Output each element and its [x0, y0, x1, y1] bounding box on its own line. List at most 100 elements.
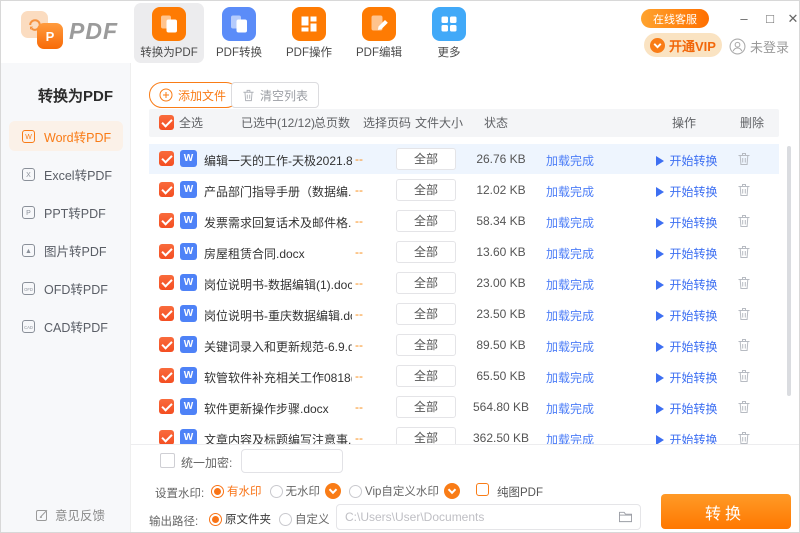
table-header: 全选 已选中(12/12) 总页数 选择页码 文件大小 状态 操作 删除 [149, 109, 779, 137]
page-range-button[interactable]: 全部 [396, 241, 456, 263]
start-convert-button[interactable]: 开始转换 [644, 307, 730, 324]
row-checkbox[interactable] [159, 337, 174, 352]
row-checkbox[interactable] [159, 182, 174, 197]
start-convert-button[interactable]: 开始转换 [644, 400, 730, 417]
table-row: W 软管软件补充相关工作0818(... -- 全部 65.50 KB 加载完成… [149, 361, 779, 391]
app-logo: P PDF [19, 9, 129, 57]
sidebar-item[interactable]: W Word转PDF [9, 121, 123, 151]
file-size-value: 23.00 KB [461, 276, 541, 290]
start-convert-label: 开始转换 [669, 152, 717, 169]
page-range-button[interactable]: 全部 [396, 148, 456, 170]
add-files-button[interactable]: 添加文件 [149, 82, 239, 108]
maximize-button[interactable]: □ [761, 10, 779, 28]
login-button[interactable]: 未登录 [729, 37, 789, 56]
sidebar-item[interactable]: X Excel转PDF [9, 159, 123, 189]
vertical-scrollbar[interactable] [787, 146, 791, 396]
login-label: 未登录 [750, 37, 789, 56]
select-all-checkbox[interactable] [159, 115, 174, 130]
row-checkbox[interactable] [159, 306, 174, 321]
page-range-button[interactable]: 全部 [396, 427, 456, 444]
tab-label: PDF转换 [216, 44, 262, 60]
start-convert-button[interactable]: 开始转换 [644, 214, 730, 231]
page-range-button[interactable]: 全部 [396, 396, 456, 418]
output-radio-option[interactable]: 原文件夹 [209, 511, 271, 527]
delete-row-button[interactable] [737, 183, 751, 197]
start-convert-button[interactable]: 开始转换 [644, 431, 730, 444]
top-tab[interactable]: PDF转换 [204, 3, 274, 63]
start-convert-button[interactable]: 开始转换 [644, 245, 730, 262]
row-checkbox[interactable] [159, 430, 174, 444]
file-type-icon: P [21, 205, 36, 220]
word-file-icon: W [180, 243, 197, 260]
word-file-icon: W [180, 305, 197, 322]
topbar: P PDF 转换为PDF [1, 1, 800, 64]
top-tab[interactable]: 转换为PDF [134, 3, 204, 63]
tab-icon [292, 7, 326, 41]
top-tab[interactable]: PDF编辑 [344, 3, 414, 63]
watermark-radio-option[interactable]: 无水印 [270, 483, 342, 499]
page-range-button[interactable]: 全部 [396, 210, 456, 232]
file-name: 产品部门指导手册（数据编... [204, 183, 352, 200]
delete-row-button[interactable] [737, 338, 751, 352]
folder-icon[interactable] [618, 510, 633, 523]
top-tab[interactable]: PDF操作 [274, 3, 344, 63]
unified-encrypt-checkbox[interactable] [160, 453, 175, 468]
convert-button[interactable]: 转换 [661, 494, 791, 529]
unified-encrypt-label: 统一加密: [181, 454, 232, 471]
page-range-button[interactable]: 全部 [396, 179, 456, 201]
delete-row-button[interactable] [737, 307, 751, 321]
file-size-value: 26.76 KB [461, 152, 541, 166]
clear-list-button[interactable]: 清空列表 [231, 82, 319, 108]
row-checkbox[interactable] [159, 275, 174, 290]
feedback-button[interactable]: 意见反馈 [35, 505, 105, 524]
row-checkbox[interactable] [159, 213, 174, 228]
open-vip-button[interactable]: 开通VIP [644, 33, 722, 57]
page-range-button[interactable]: 全部 [396, 272, 456, 294]
total-pages-value: -- [344, 369, 374, 383]
delete-row-button[interactable] [737, 276, 751, 290]
tab-label: PDF操作 [286, 44, 332, 60]
pure-image-pdf-checkbox[interactable] [476, 483, 489, 496]
play-icon [656, 187, 664, 197]
delete-row-button[interactable] [737, 369, 751, 383]
table-row: W 发票需求回复话术及邮件格... -- 全部 58.34 KB 加载完成 开始… [149, 206, 779, 236]
sidebar-item[interactable]: P PPT转PDF [9, 197, 123, 227]
word-file-icon: W [180, 429, 197, 444]
output-radio-option[interactable]: 自定义 [279, 511, 330, 527]
delete-row-button[interactable] [737, 214, 751, 228]
start-convert-button[interactable]: 开始转换 [644, 276, 730, 293]
sidebar-item[interactable]: CAD CAD转PDF [9, 311, 123, 341]
encrypt-password-input[interactable] [241, 449, 343, 473]
file-type-icon: W [21, 129, 36, 144]
delete-row-button[interactable] [737, 245, 751, 259]
watermark-radio-option[interactable]: 有水印 [211, 483, 262, 499]
page-range-button[interactable]: 全部 [396, 303, 456, 325]
delete-row-button[interactable] [737, 431, 751, 444]
output-path-input[interactable] [336, 504, 641, 530]
output-option-label: 原文件夹 [225, 511, 271, 527]
online-service-badge[interactable]: 在线客服 [641, 9, 709, 28]
sidebar-item[interactable]: OFD OFD转PDF [9, 273, 123, 303]
page-range-button[interactable]: 全部 [396, 334, 456, 356]
feedback-edit-icon [35, 508, 49, 522]
row-checkbox[interactable] [159, 151, 174, 166]
row-checkbox[interactable] [159, 244, 174, 259]
row-checkbox[interactable] [159, 368, 174, 383]
start-convert-button[interactable]: 开始转换 [644, 338, 730, 355]
minimize-button[interactable]: – [735, 10, 753, 28]
delete-row-button[interactable] [737, 400, 751, 414]
page-range-button[interactable]: 全部 [396, 365, 456, 387]
svg-text:X: X [26, 172, 31, 179]
start-convert-button[interactable]: 开始转换 [644, 183, 730, 200]
top-tab[interactable]: 更多 [414, 3, 484, 63]
top-tabs: 转换为PDF PDF转换 P [134, 3, 484, 63]
start-convert-button[interactable]: 开始转换 [644, 369, 730, 386]
close-button[interactable]: ✕ [784, 10, 800, 28]
watermark-radio-option[interactable]: Vip自定义水印 [349, 483, 460, 499]
sidebar-item[interactable]: ▲ 图片转PDF [9, 235, 123, 265]
start-convert-button[interactable]: 开始转换 [644, 152, 730, 169]
row-checkbox[interactable] [159, 399, 174, 414]
total-pages-value: -- [344, 400, 374, 414]
delete-row-button[interactable] [737, 152, 751, 166]
file-name: 岗位说明书-数据编辑(1).doc [204, 276, 352, 293]
